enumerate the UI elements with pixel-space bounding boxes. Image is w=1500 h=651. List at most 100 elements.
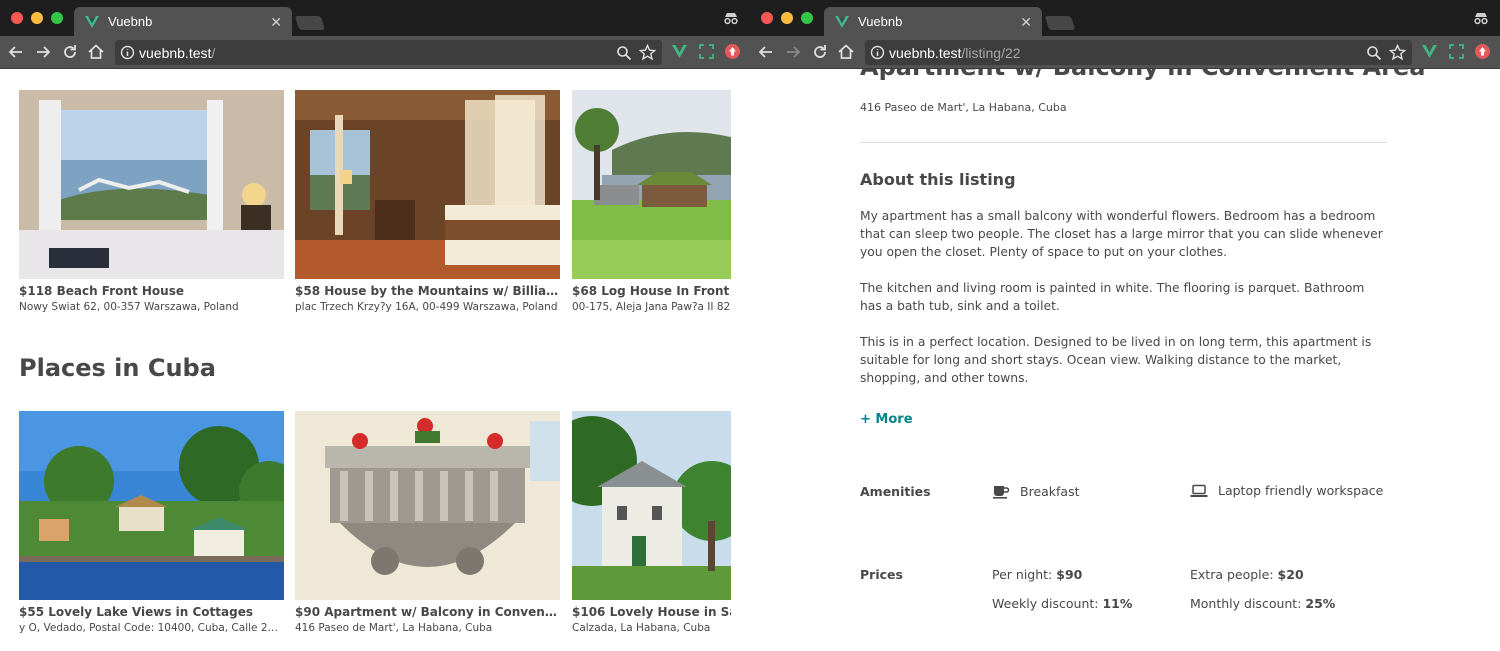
listing-title: $106 Lovely House in Safe bbox=[572, 605, 731, 619]
log-house-photo bbox=[572, 90, 731, 279]
browser-toolbar: vuebnb.test/ bbox=[0, 36, 750, 69]
price-item: Per night: $90 bbox=[992, 567, 1083, 582]
tab-close-icon[interactable]: ✕ bbox=[1020, 15, 1032, 29]
home-icon[interactable] bbox=[836, 42, 856, 62]
url-text: vuebnb.test/ bbox=[139, 45, 215, 61]
url-path: /listing/22 bbox=[961, 45, 1021, 61]
more-link[interactable]: + More bbox=[860, 412, 913, 427]
tab-strip: Vuebnb ✕ bbox=[750, 0, 1500, 36]
listing-title: $55 Lovely Lake Views in Cottages bbox=[19, 605, 253, 619]
right-browser-window: Vuebnb ✕ vuebnb.test/listing/22 416 Pase… bbox=[750, 0, 1500, 651]
listing-row: $55 Lovely Lake Views in Cottages y O, V… bbox=[19, 411, 750, 641]
section-heading: Places in Cuba bbox=[19, 354, 216, 382]
tab-strip: Vuebnb ✕ bbox=[0, 0, 750, 36]
vue-devtools-icon[interactable] bbox=[671, 43, 688, 60]
info-icon[interactable] bbox=[870, 45, 885, 60]
extension-badge-icon[interactable] bbox=[1474, 43, 1491, 60]
listing-title: $68 Log House In Front of bbox=[572, 284, 731, 298]
about-heading: About this listing bbox=[860, 170, 1016, 189]
listing-title: $90 Apartment w/ Balcony in Convenient… bbox=[295, 605, 560, 619]
listing-address: 416 Paseo de Mart', La Habana, Cuba bbox=[860, 101, 1067, 114]
tab-title: Vuebnb bbox=[108, 14, 153, 29]
maximize-window-button[interactable] bbox=[801, 12, 813, 24]
browser-tab[interactable]: Vuebnb ✕ bbox=[74, 7, 292, 36]
listing-address: plac Trzech Krzy?y 16A, 00-499 Warszawa,… bbox=[295, 301, 558, 313]
zoom-icon[interactable] bbox=[616, 45, 632, 61]
listing-card[interactable]: $58 House by the Mountains w/ Billiards!… bbox=[295, 90, 560, 313]
vue-logo-icon bbox=[835, 15, 849, 28]
amenity-item: Breakfast bbox=[992, 483, 1080, 499]
forward-arrow-icon[interactable] bbox=[33, 42, 53, 62]
new-tab-button[interactable] bbox=[1044, 16, 1076, 30]
vue-devtools-icon[interactable] bbox=[1421, 43, 1438, 60]
maximize-window-button[interactable] bbox=[51, 12, 63, 24]
reload-icon[interactable] bbox=[60, 42, 80, 62]
minimize-window-button[interactable] bbox=[31, 12, 43, 24]
amenity-item: Laptop friendly workspace bbox=[1190, 483, 1383, 498]
minimize-window-button[interactable] bbox=[781, 12, 793, 24]
price-item: Monthly discount: 25% bbox=[1190, 596, 1336, 611]
amenity-label: Laptop friendly workspace bbox=[1218, 483, 1384, 498]
screenshot-extension-icon[interactable] bbox=[1448, 43, 1465, 60]
window-controls bbox=[761, 12, 813, 24]
divider bbox=[860, 142, 1387, 143]
laptop-icon bbox=[1190, 484, 1208, 497]
mountain-house-photo bbox=[295, 90, 560, 279]
browser-tab[interactable]: Vuebnb ✕ bbox=[824, 7, 1042, 36]
window-controls bbox=[11, 12, 63, 24]
address-bar[interactable]: vuebnb.test/listing/22 bbox=[865, 40, 1412, 65]
tab-title: Vuebnb bbox=[858, 14, 903, 29]
new-tab-button[interactable] bbox=[294, 16, 326, 30]
back-arrow-icon[interactable] bbox=[6, 42, 26, 62]
listing-row: $118 Beach Front House Nowy Swiat 62, 00… bbox=[19, 90, 750, 320]
amenities-label: Amenities bbox=[860, 484, 931, 499]
tab-close-icon[interactable]: ✕ bbox=[270, 15, 282, 29]
listing-address: 416 Paseo de Mart', La Habana, Cuba bbox=[295, 622, 493, 634]
extension-badge-icon[interactable] bbox=[724, 43, 741, 60]
back-arrow-icon[interactable] bbox=[756, 42, 776, 62]
url-text: vuebnb.test/listing/22 bbox=[889, 45, 1021, 61]
coffee-cup-icon bbox=[993, 486, 1010, 499]
browser-toolbar: vuebnb.test/listing/22 bbox=[750, 36, 1500, 69]
listing-title: $118 Beach Front House bbox=[19, 284, 184, 298]
listing-card[interactable]: $90 Apartment w/ Balcony in Convenient… … bbox=[295, 411, 560, 634]
info-icon[interactable] bbox=[120, 45, 135, 60]
listing-title: $58 House by the Mountains w/ Billiards! bbox=[295, 284, 560, 298]
address-bar[interactable]: vuebnb.test/ bbox=[115, 40, 662, 65]
prices-label: Prices bbox=[860, 567, 903, 582]
safe-house-photo bbox=[572, 411, 731, 600]
zoom-icon[interactable] bbox=[1366, 45, 1382, 61]
listing-address: y O, Vedado, Postal Code: 10400, Cuba, C… bbox=[19, 622, 284, 634]
close-window-button[interactable] bbox=[11, 12, 23, 24]
left-browser-window: Vuebnb ✕ vuebnb.test/ $118 Beach Front H… bbox=[0, 0, 750, 651]
page-viewport: Apartment w/ Balcony in Convenient Area … bbox=[750, 69, 1500, 651]
listing-card[interactable]: $55 Lovely Lake Views in Cottages y O, V… bbox=[19, 411, 284, 634]
incognito-icon bbox=[1474, 13, 1488, 25]
reload-icon[interactable] bbox=[810, 42, 830, 62]
screenshot-extension-icon[interactable] bbox=[698, 43, 715, 60]
incognito-icon bbox=[724, 13, 738, 25]
vue-logo-icon bbox=[85, 15, 99, 28]
bookmark-star-icon[interactable] bbox=[639, 44, 656, 61]
close-window-button[interactable] bbox=[761, 12, 773, 24]
forward-arrow-icon[interactable] bbox=[783, 42, 803, 62]
lake-cottages-photo bbox=[19, 411, 284, 600]
home-icon[interactable] bbox=[86, 42, 106, 62]
listing-card[interactable]: $68 Log House In Front of 00-175, Aleja … bbox=[572, 90, 731, 313]
about-paragraph: The kitchen and living room is painted i… bbox=[860, 281, 1365, 313]
balcony-photo bbox=[295, 411, 560, 600]
page-viewport: $118 Beach Front House Nowy Swiat 62, 00… bbox=[0, 69, 750, 651]
listing-title: Apartment w/ Balcony in Convenient Area bbox=[860, 69, 1425, 81]
url-host: vuebnb.test bbox=[139, 45, 212, 61]
beach-house-photo bbox=[19, 90, 284, 279]
url-path: / bbox=[211, 45, 216, 61]
amenity-label: Breakfast bbox=[1020, 483, 1080, 499]
listing-address: Calzada, La Habana, Cuba bbox=[572, 622, 711, 634]
about-paragraph: This is in a perfect location. Designed … bbox=[860, 335, 1372, 385]
price-item: Weekly discount: 11% bbox=[992, 596, 1133, 611]
listing-card[interactable]: $106 Lovely House in Safe Calzada, La Ha… bbox=[572, 411, 731, 634]
url-host: vuebnb.test bbox=[889, 45, 962, 61]
listing-card[interactable]: $118 Beach Front House Nowy Swiat 62, 00… bbox=[19, 90, 284, 313]
listing-address: Nowy Swiat 62, 00-357 Warszawa, Poland bbox=[19, 301, 239, 313]
bookmark-star-icon[interactable] bbox=[1389, 44, 1406, 61]
